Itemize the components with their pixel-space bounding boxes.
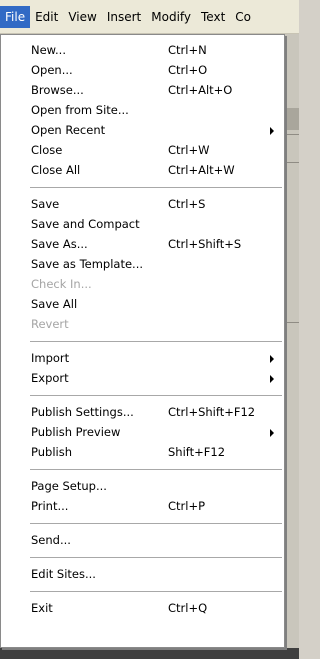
menu-text[interactable]: Text (196, 6, 230, 28)
background-divider (285, 162, 299, 163)
menu-insert[interactable]: Insert (102, 6, 146, 28)
menu-item-open-from-site[interactable]: Open from Site... (1, 100, 284, 120)
menu-item-page-setup[interactable]: Page Setup... (1, 476, 284, 496)
menu-separator (30, 523, 282, 524)
menu-item-label: Save (31, 197, 60, 211)
menu-item-exit[interactable]: Exit Ctrl+Q (1, 598, 284, 618)
menu-item-send[interactable]: Send... (1, 530, 284, 550)
menu-item-edit-sites[interactable]: Edit Sites... (1, 564, 284, 584)
menu-item-label: Import (31, 351, 70, 365)
menu-item-shortcut: Ctrl+Alt+O (168, 83, 233, 97)
submenu-arrow-icon (270, 127, 274, 135)
menu-item-save-as[interactable]: Save As... Ctrl+Shift+S (1, 234, 284, 254)
menu-separator (30, 469, 282, 470)
menu-item-label: Close All (31, 163, 81, 177)
menu-item-shortcut: Ctrl+Alt+W (168, 163, 235, 177)
menu-item-shortcut: Ctrl+P (168, 499, 206, 513)
menu-item-label: Check In... (31, 277, 92, 291)
background-window (285, 34, 299, 659)
taskbar-edge (0, 648, 299, 659)
menu-item-check-in: Check In... (1, 274, 284, 294)
menu-file[interactable]: File (0, 5, 31, 28)
menu-item-publish-settings[interactable]: Publish Settings... Ctrl+Shift+F12 (1, 402, 284, 422)
menu-modify[interactable]: Modify (146, 6, 196, 28)
menu-item-label: Open Recent (31, 123, 106, 137)
menu-item-shortcut: Ctrl+O (168, 63, 208, 77)
menu-item-label: Save as Template... (31, 257, 144, 271)
menu-separator (30, 557, 282, 558)
menu-bar: File Edit View Insert Modify Text Co (0, 0, 299, 34)
menu-item-publish[interactable]: Publish Shift+F12 (1, 442, 284, 462)
submenu-arrow-icon (270, 355, 274, 363)
menu-item-save-all[interactable]: Save All (1, 294, 284, 314)
menu-item-save-as-template[interactable]: Save as Template... (1, 254, 284, 274)
file-menu-dropdown: New... Ctrl+N Open... Ctrl+O Browse... C… (0, 34, 285, 648)
menu-item-shortcut: Ctrl+Shift+F12 (168, 405, 256, 419)
menu-item-shortcut: Ctrl+W (168, 143, 210, 157)
menu-item-open[interactable]: Open... Ctrl+O (1, 60, 284, 80)
menu-item-shortcut: Ctrl+N (168, 43, 207, 57)
menu-separator (30, 187, 282, 188)
menu-item-label: Close (31, 143, 63, 157)
background-divider (285, 134, 299, 135)
menu-item-label: New... (31, 43, 66, 57)
menu-item-close-all[interactable]: Close All Ctrl+Alt+W (1, 160, 284, 180)
menu-item-label: Export (31, 371, 69, 385)
menu-edit[interactable]: Edit (30, 6, 63, 28)
menu-separator (30, 591, 282, 592)
menu-item-save[interactable]: Save Ctrl+S (1, 194, 284, 214)
menu-item-label: Send... (31, 533, 71, 547)
background-divider (285, 322, 299, 323)
menu-item-shortcut: Shift+F12 (168, 445, 226, 459)
menu-item-label: Browse... (31, 83, 84, 97)
submenu-arrow-icon (270, 429, 274, 437)
menu-item-save-and-compact[interactable]: Save and Compact (1, 214, 284, 234)
menu-commands[interactable]: Co (230, 6, 256, 28)
menu-separator (30, 395, 282, 396)
menu-item-label: Open... (31, 63, 73, 77)
menu-item-close[interactable]: Close Ctrl+W (1, 140, 284, 160)
menu-item-shortcut: Ctrl+Shift+S (168, 237, 242, 251)
menu-item-label: Edit Sites... (31, 567, 96, 581)
menu-view[interactable]: View (63, 6, 101, 28)
menu-item-publish-preview[interactable]: Publish Preview (1, 422, 284, 442)
menu-item-label: Save As... (31, 237, 88, 251)
menu-item-label: Revert (31, 317, 69, 331)
menu-item-label: Print... (31, 499, 69, 513)
menu-item-open-recent[interactable]: Open Recent (1, 120, 284, 140)
menu-item-export[interactable]: Export (1, 368, 284, 388)
menu-separator (30, 341, 282, 342)
menu-item-label: Publish Preview (31, 425, 121, 439)
menu-item-label: Exit (31, 601, 53, 615)
menu-item-shortcut: Ctrl+Q (168, 601, 208, 615)
menu-item-revert: Revert (1, 314, 284, 334)
menu-item-label: Save and Compact (31, 217, 140, 231)
menu-item-import[interactable]: Import (1, 348, 284, 368)
menu-item-new[interactable]: New... Ctrl+N (1, 40, 284, 60)
menu-item-shortcut: Ctrl+S (168, 197, 206, 211)
submenu-arrow-icon (270, 375, 274, 383)
menu-item-label: Page Setup... (31, 479, 107, 493)
menu-item-label: Publish (31, 445, 72, 459)
menu-item-browse[interactable]: Browse... Ctrl+Alt+O (1, 80, 284, 100)
menu-item-label: Open from Site... (31, 103, 129, 117)
background-panel-strip (285, 108, 299, 130)
menu-item-print[interactable]: Print... Ctrl+P (1, 496, 284, 516)
menu-item-label: Save All (31, 297, 78, 311)
menu-item-label: Publish Settings... (31, 405, 134, 419)
